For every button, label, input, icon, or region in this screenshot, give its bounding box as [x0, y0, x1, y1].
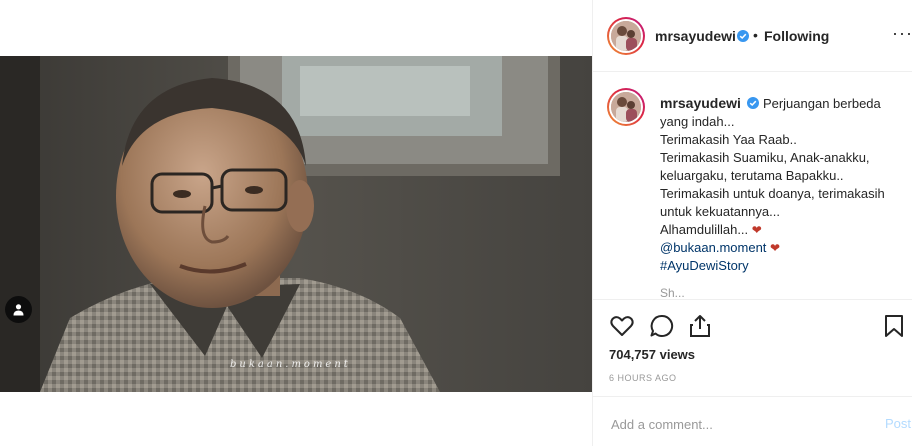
hashtag-link[interactable]: #AyuDewiStory: [660, 257, 900, 275]
verified-badge-icon: [737, 30, 749, 42]
author-avatar[interactable]: [607, 17, 645, 55]
following-button[interactable]: Following: [764, 28, 829, 44]
share-icon[interactable]: [687, 313, 713, 339]
user-tag-button[interactable]: [5, 296, 32, 323]
video-watermark: bukaan.moment: [230, 359, 351, 370]
media-area: bukaan.moment: [0, 0, 592, 446]
caption-line-alhamdulillah: Alhamdulillah... ❤: [660, 222, 762, 237]
heart-icon[interactable]: [609, 313, 635, 339]
person-icon: [13, 304, 24, 316]
heart-emoji-icon: ❤: [770, 241, 781, 255]
caption-section: mrsayudewi Perjuangan berbeda yang indah.…: [593, 72, 912, 300]
post-comment-button[interactable]: Post: [885, 416, 911, 431]
caption-mention-line: @bukaan.moment ❤: [660, 239, 900, 257]
avatar-image: [611, 21, 641, 51]
separator-dot: •: [753, 27, 758, 43]
caption-line: Terimakasih Yaa Raab..: [660, 132, 797, 147]
author-username[interactable]: mrsayudewi: [655, 28, 736, 44]
bookmark-icon[interactable]: [881, 313, 907, 339]
video-player[interactable]: bukaan.moment: [0, 56, 592, 392]
caption-text: mrsayudewi Perjuangan berbeda yang indah.…: [660, 94, 900, 275]
truncated-comment: Sh...: [660, 286, 685, 300]
view-count[interactable]: 704,757 views: [609, 347, 695, 362]
caption-line: Terimakasih Suamiku, Anak-anakku, keluar…: [660, 150, 870, 183]
post-timestamp[interactable]: 6 HOURS AGO: [609, 373, 677, 383]
caption-username[interactable]: mrsayudewi: [660, 95, 741, 111]
video-frame: [0, 56, 592, 392]
post-panel: mrsayudewi • Following ··· mrsayudewi Pe…: [592, 0, 912, 446]
avatar-image: [611, 92, 641, 122]
verified-badge-icon: [746, 97, 759, 109]
mention-link[interactable]: @bukaan.moment: [660, 240, 766, 255]
more-options-button[interactable]: ···: [892, 23, 912, 44]
heart-emoji-icon: ❤: [751, 223, 762, 237]
add-comment-box: Post: [593, 396, 912, 446]
caption-avatar[interactable]: [607, 88, 645, 126]
comment-input[interactable]: [609, 414, 863, 434]
caption-line: Terimakasih untuk doanya, terimakasih un…: [660, 186, 885, 219]
comment-icon[interactable]: [649, 313, 675, 339]
post-header: mrsayudewi • Following ···: [593, 0, 912, 72]
